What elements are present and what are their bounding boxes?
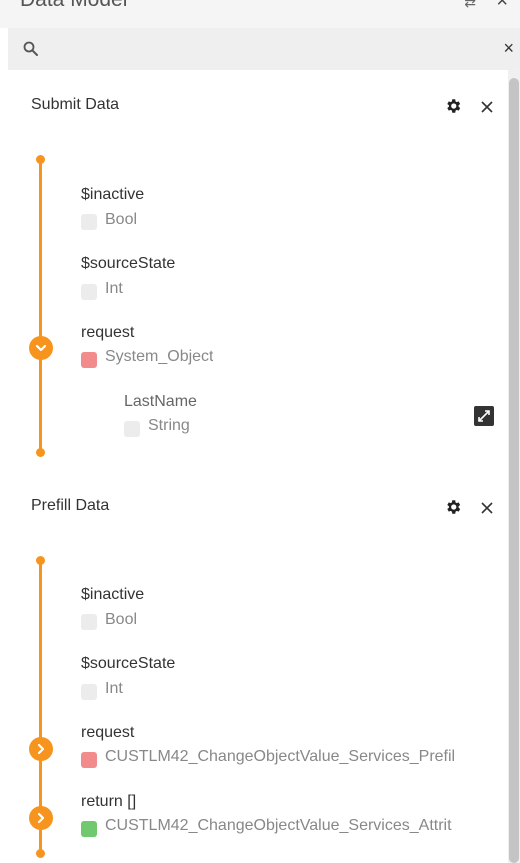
field-name[interactable]: $sourceState (81, 255, 175, 273)
edit-button[interactable] (474, 406, 494, 426)
edit-icon (474, 410, 494, 430)
tree-node-dot (36, 155, 45, 164)
prefill-data-panel: Prefill Data $inactive Bool $sourceState… (8, 480, 508, 863)
window-title: Data Model (20, 0, 127, 12)
type-chip (81, 684, 97, 700)
tree-line (39, 159, 42, 454)
type-chip (81, 352, 97, 368)
type-chip (81, 214, 97, 230)
field-name[interactable]: LastName (124, 393, 197, 411)
tree-node-dot (36, 448, 45, 457)
tree-node-dot (36, 849, 45, 858)
field-type: Int (105, 280, 123, 297)
type-chip (124, 421, 140, 437)
panel-title: Submit Data (31, 96, 120, 113)
window-close-button[interactable]: × (496, 0, 508, 13)
scrollbar-thumb[interactable] (509, 78, 519, 863)
search-clear-button[interactable]: × (503, 38, 514, 58)
field-name[interactable]: $inactive (81, 586, 144, 604)
close-icon[interactable] (480, 501, 494, 515)
type-chip (81, 821, 97, 837)
field-type: String (148, 417, 190, 434)
gear-icon[interactable] (444, 498, 462, 516)
field-type: CUSTLM42_ChangeObjectValue_Services_Pref… (105, 748, 456, 765)
expand-toggle[interactable] (29, 737, 53, 761)
field-type: Bool (105, 211, 138, 228)
search-input[interactable] (50, 36, 470, 62)
field-type: Bool (105, 611, 138, 628)
search-bar: × (8, 28, 520, 70)
window-header: Data Model ⇄ × (0, 0, 520, 28)
submit-data-panel: Submit Data $inactive Bool $sourceState … (8, 80, 508, 470)
swap-icon[interactable]: ⇄ (464, 0, 476, 11)
type-chip (81, 614, 97, 630)
tree-node-dot (36, 556, 45, 565)
field-name[interactable]: request (81, 724, 134, 742)
expand-toggle[interactable] (29, 336, 53, 360)
type-chip (81, 752, 97, 768)
panel-title: Prefill Data (31, 497, 110, 514)
gear-icon[interactable] (444, 97, 462, 115)
search-icon (22, 40, 40, 58)
field-type: System_Object (105, 348, 214, 365)
field-type: Int (105, 680, 123, 697)
expand-toggle[interactable] (29, 806, 53, 830)
field-type: CUSTLM42_ChangeObjectValue_Services_Attr… (105, 817, 452, 834)
type-chip (81, 284, 97, 300)
field-name[interactable]: $inactive (81, 186, 144, 204)
field-name[interactable]: return [] (81, 793, 136, 811)
field-name[interactable]: $sourceState (81, 655, 175, 673)
close-icon[interactable] (480, 100, 494, 114)
field-name[interactable]: request (81, 324, 134, 342)
